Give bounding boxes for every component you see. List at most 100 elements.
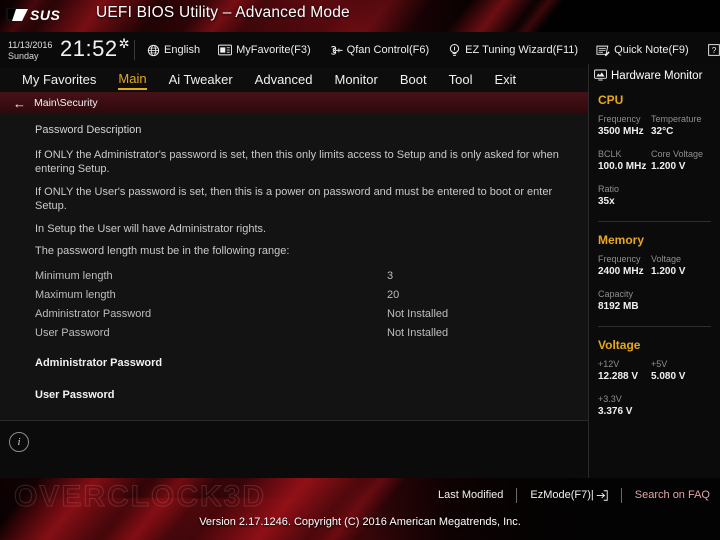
hw-row: +3.3V 3.376 V xyxy=(598,393,720,419)
hw-metric-key: Ratio xyxy=(598,184,620,194)
hw-metric-value: 3500 MHz xyxy=(598,126,644,137)
question-box-icon: ? xyxy=(707,43,720,57)
tab-ai-tweaker[interactable]: Ai Tweaker xyxy=(169,72,233,89)
info-row-label: Minimum length xyxy=(35,270,113,282)
menu-item-administrator-password[interactable]: Administrator Password xyxy=(0,352,588,375)
toolbar-item-ez-tuning-wizard[interactable]: EZ Tuning Wizard(F11) xyxy=(447,43,578,57)
hw-metric-value: 100.0 MHz xyxy=(598,161,647,172)
toolbar-item-hot-keys[interactable]: ? Hot Keys xyxy=(707,43,720,57)
time-text: 21:52 xyxy=(60,36,118,61)
menu-item-label: Administrator Password xyxy=(35,357,163,369)
info-row-value: Not Installed xyxy=(387,308,449,320)
uefi-bios-window: SUS UEFI BIOS Utility – Advanced Mode 11… xyxy=(0,0,720,540)
info-row-list: Minimum length 3 Maximum length 20 Admin… xyxy=(0,267,588,407)
hw-row: Capacity 8192 MB xyxy=(598,288,720,314)
info-row-label: User Password xyxy=(35,327,110,339)
svg-text:SUS: SUS xyxy=(30,7,60,23)
info-row: Administrator Password Not Installed xyxy=(0,305,588,324)
hardware-monitor-title-text: Hardware Monitor xyxy=(611,69,703,82)
footer-link-last-modified[interactable]: Last Modified xyxy=(425,489,516,501)
tab-exit[interactable]: Exit xyxy=(494,72,516,89)
tab-advanced[interactable]: Advanced xyxy=(255,72,313,89)
footer-link-label: EzMode(F7)| xyxy=(530,489,594,501)
hw-section-voltage: Voltage +12V 12.288 V +5V 5.080 V +3.3V … xyxy=(589,338,720,419)
footer-link-ezmode[interactable]: EzMode(F7)| xyxy=(517,489,620,501)
version-text: Version 2.17.1246. Copyright (C) 2016 Am… xyxy=(199,516,521,528)
info-icon[interactable]: i xyxy=(9,432,29,452)
toolbar-divider xyxy=(134,40,135,60)
main-content-panel: Password Description If ONLY the Adminis… xyxy=(0,114,588,420)
hw-section-cpu: CPU Frequency 3500 MHz Temperature 32°C … xyxy=(589,93,720,209)
hw-metric: Voltage 1.200 V xyxy=(651,253,704,279)
hw-divider xyxy=(598,326,711,327)
favorite-window-icon xyxy=(218,43,232,57)
gear-icon[interactable]: ✲ xyxy=(119,37,130,50)
footer-link-search-on-faq[interactable]: Search on FAQ xyxy=(622,489,714,501)
hw-metric-key: Core Voltage xyxy=(651,149,704,159)
asus-logo-icon: SUS xyxy=(6,4,84,26)
toolbar-item-label: EZ Tuning Wizard(F11) xyxy=(465,44,579,56)
hw-metric-key: Capacity xyxy=(598,289,634,299)
hw-metric: Temperature 32°C xyxy=(651,113,704,139)
tab-monitor[interactable]: Monitor xyxy=(335,72,378,89)
breadcrumb[interactable]: ← Main\Security xyxy=(0,92,588,115)
hw-metric-value: 12.288 V xyxy=(598,371,639,382)
hw-section-heading: CPU xyxy=(598,93,624,107)
tab-main[interactable]: Main xyxy=(118,71,147,90)
clock-widget: 11/13/2016 Sunday 21:52 ✲ xyxy=(8,34,129,62)
hw-metric-key: BCLK xyxy=(598,149,622,159)
hw-metric: Frequency 3500 MHz xyxy=(598,113,651,139)
toolbar-items: English MyFavorite(F3) Qfan Control(F6) … xyxy=(146,32,720,68)
hw-metric-key: +12V xyxy=(598,359,620,369)
toolbar-item-qfan-control[interactable]: Qfan Control(F6) xyxy=(329,43,429,57)
tab-my-favorites[interactable]: My Favorites xyxy=(22,72,96,89)
hw-metric: +5V 5.080 V xyxy=(651,358,704,384)
hw-section-heading: Memory xyxy=(598,233,645,247)
hw-row: Ratio 35x xyxy=(598,183,720,209)
footer-bar: OVERCLOCK3D Last Modified EzMode(F7)| Se… xyxy=(0,478,720,540)
info-row: Minimum length 3 xyxy=(0,267,588,286)
hw-section-memory: Memory Frequency 2400 MHz Voltage 1.200 … xyxy=(589,233,720,314)
hw-row: +12V 12.288 V +5V 5.080 V xyxy=(598,358,720,384)
fan-icon xyxy=(329,43,343,57)
password-description-heading: Password Description xyxy=(35,124,142,136)
info-row: Maximum length 20 xyxy=(0,286,588,305)
hw-metric-value: 1.200 V xyxy=(651,161,686,172)
toolbar-item-myfavorite[interactable]: MyFavorite(F3) xyxy=(218,43,311,57)
hw-divider xyxy=(598,221,711,222)
back-arrow-icon[interactable]: ← xyxy=(13,97,26,110)
note-pencil-icon xyxy=(596,43,610,57)
toolbar-item-label: Quick Note(F9) xyxy=(614,44,689,56)
toolbar-item-label: MyFavorite(F3) xyxy=(236,44,311,56)
hw-metric: Frequency 2400 MHz xyxy=(598,253,651,279)
hw-row: Frequency 2400 MHz Voltage 1.200 V xyxy=(598,253,720,279)
info-row-value: 20 xyxy=(387,289,400,301)
svg-text:?: ? xyxy=(711,45,716,55)
hardware-monitor-panel: Hardware Monitor CPU Frequency 3500 MHz … xyxy=(589,64,720,478)
hw-metric-key: Frequency xyxy=(598,254,641,264)
hw-metric-value: 2400 MHz xyxy=(598,266,644,277)
hw-metric: +3.3V 3.376 V xyxy=(598,393,708,419)
toolbar-item-label: English xyxy=(164,44,201,56)
hw-row: BCLK 100.0 MHz Core Voltage 1.200 V xyxy=(598,148,720,174)
hw-metric-key: +3.3V xyxy=(598,394,622,404)
hw-section-heading: Voltage xyxy=(598,338,641,352)
date-text: 11/13/2016 xyxy=(8,40,53,50)
lightbulb-icon xyxy=(447,43,461,57)
menu-item-user-password[interactable]: User Password xyxy=(0,384,588,407)
info-row-label: Administrator Password xyxy=(35,308,152,320)
hw-metric-value: 5.080 V xyxy=(651,371,686,382)
tab-boot[interactable]: Boot xyxy=(400,72,427,89)
hw-metric-key: +5V xyxy=(651,359,668,369)
hw-row: Frequency 3500 MHz Temperature 32°C xyxy=(598,113,720,139)
toolbar-item-english[interactable]: English xyxy=(146,43,200,57)
hw-metric-value: 3.376 V xyxy=(598,406,633,417)
hw-metric-value: 8192 MB xyxy=(598,301,639,312)
tab-tool[interactable]: Tool xyxy=(449,72,473,89)
page-title: UEFI BIOS Utility – Advanced Mode xyxy=(96,4,350,21)
tab-list: My Favorites Main Ai Tweaker Advanced Mo… xyxy=(22,68,516,92)
toolbar-item-quick-note[interactable]: Quick Note(F9) xyxy=(596,43,689,57)
arrow-into-box-icon xyxy=(596,489,608,501)
hw-metric-key: Frequency xyxy=(598,114,641,124)
breadcrumb-path: Main\Security xyxy=(34,97,98,109)
